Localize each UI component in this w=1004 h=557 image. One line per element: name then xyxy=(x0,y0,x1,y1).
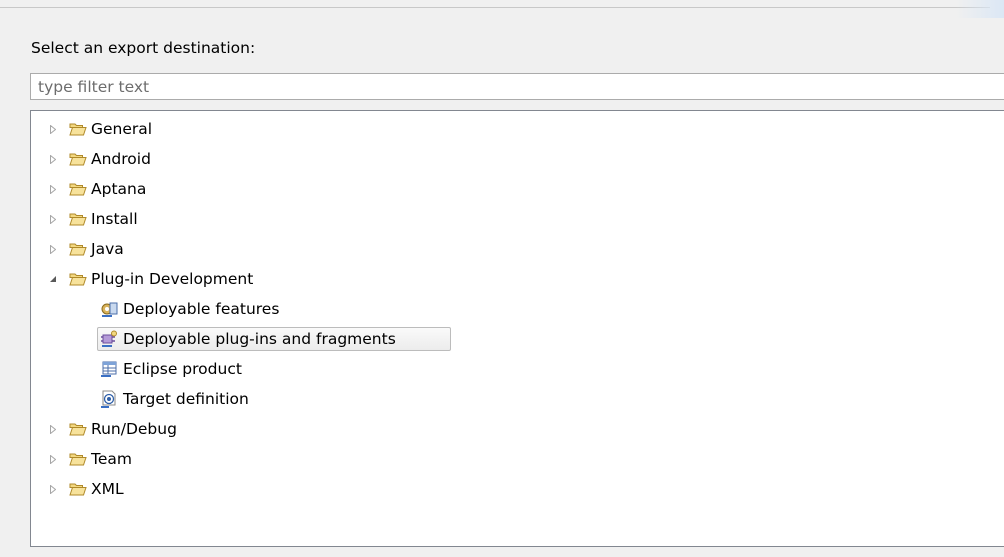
tree-item-aptana[interactable]: Aptana xyxy=(31,177,1004,201)
collapsed-arrow-icon[interactable] xyxy=(46,477,60,501)
folder-icon xyxy=(69,450,87,468)
collapsed-arrow-icon[interactable] xyxy=(46,417,60,441)
tree-item-label: Install xyxy=(91,210,138,228)
tree-item-label: Android xyxy=(91,150,151,168)
tree-item-label: Deployable plug-ins and fragments xyxy=(123,330,396,348)
tree-item-label: Aptana xyxy=(91,180,147,198)
tree-item-label: General xyxy=(91,120,153,138)
tree-item-label: XML xyxy=(91,480,124,498)
export-wizard-tree[interactable]: General Android Aptana Install Java Plug… xyxy=(30,110,1004,547)
expanded-arrow-icon[interactable] xyxy=(46,267,60,291)
folder-icon xyxy=(69,120,87,138)
tree-item-run-debug[interactable]: Run/Debug xyxy=(31,417,1004,441)
folder-icon xyxy=(69,150,87,168)
collapsed-arrow-icon[interactable] xyxy=(46,177,60,201)
product-export-icon xyxy=(100,360,118,378)
tree-item-label: Run/Debug xyxy=(91,420,177,438)
tree-item-install[interactable]: Install xyxy=(31,207,1004,231)
folder-icon xyxy=(69,480,87,498)
feature-export-icon xyxy=(100,300,118,318)
folder-icon xyxy=(69,180,87,198)
export-destination-label: Select an export destination: xyxy=(31,39,256,57)
folder-icon xyxy=(69,270,87,288)
filter-input[interactable] xyxy=(30,73,1004,100)
folder-icon xyxy=(69,420,87,438)
title-area-accent xyxy=(956,0,1004,18)
tree-item-deployable-features[interactable]: Deployable features xyxy=(31,297,1004,321)
tree-item-deployable-plug-ins[interactable]: Deployable plug-ins and fragments xyxy=(31,327,1004,351)
folder-icon xyxy=(69,240,87,258)
collapsed-arrow-icon[interactable] xyxy=(46,207,60,231)
plugin-export-icon xyxy=(100,330,118,348)
tree-item-label: Java xyxy=(91,240,124,258)
tree-item-label: Deployable features xyxy=(123,300,280,318)
tree-item-android[interactable]: Android xyxy=(31,147,1004,171)
tree-item-xml[interactable]: XML xyxy=(31,477,1004,501)
tree-item-label: Eclipse product xyxy=(123,360,242,378)
collapsed-arrow-icon[interactable] xyxy=(46,147,60,171)
tree-item-team[interactable]: Team xyxy=(31,447,1004,471)
dialog-top-separator xyxy=(0,7,990,8)
collapsed-arrow-icon[interactable] xyxy=(46,447,60,471)
tree-item-java[interactable]: Java xyxy=(31,237,1004,261)
tree-item-general[interactable]: General xyxy=(31,117,1004,141)
tree-item-target-definition[interactable]: Target definition xyxy=(31,387,1004,411)
tree-item-plug-in-development[interactable]: Plug-in Development xyxy=(31,267,1004,291)
collapsed-arrow-icon[interactable] xyxy=(46,237,60,261)
tree-item-label: Target definition xyxy=(123,390,249,408)
tree-item-label: Plug-in Development xyxy=(91,270,254,288)
tree-item-label: Team xyxy=(91,450,132,468)
folder-icon xyxy=(69,210,87,228)
collapsed-arrow-icon[interactable] xyxy=(46,117,60,141)
tree-item-eclipse-product[interactable]: Eclipse product xyxy=(31,357,1004,381)
target-definition-icon xyxy=(100,390,118,408)
